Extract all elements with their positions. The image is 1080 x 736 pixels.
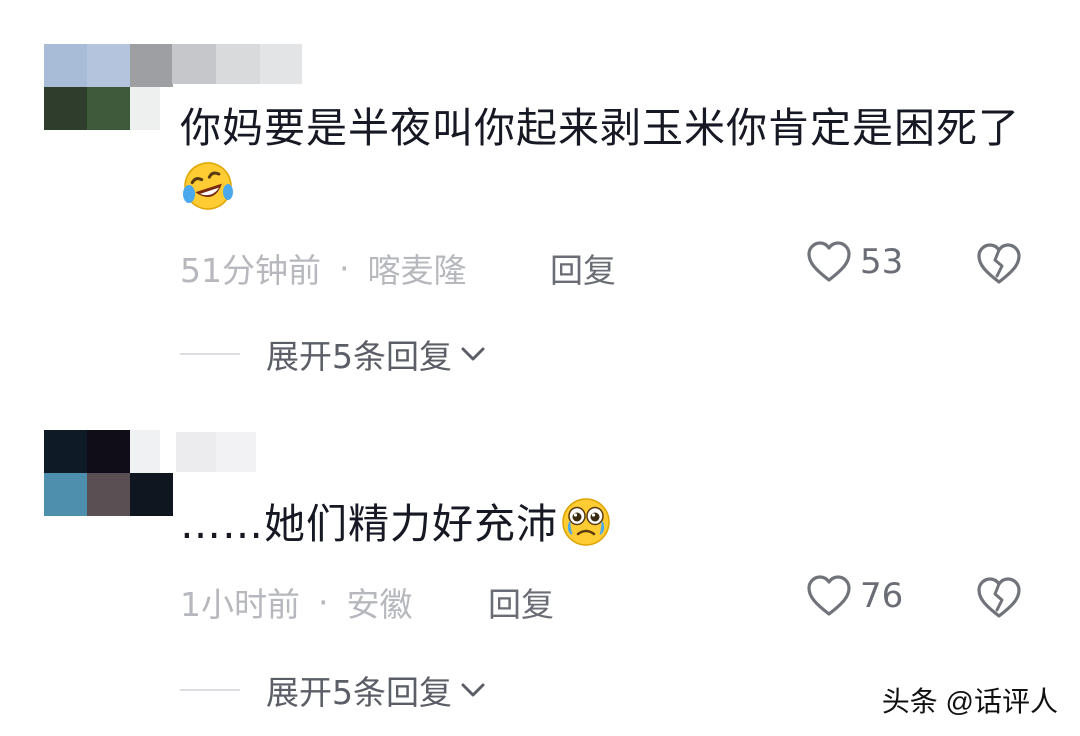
comment-time: 1小时前 [180, 585, 300, 624]
username-pixel [260, 44, 302, 84]
comment-time: 51分钟前 [180, 251, 321, 290]
chevron-down-icon [461, 347, 485, 361]
comment-item: 你妈要是半夜叫你起来剥玉米你肯定是困死了 51分钟前 · 喀麦隆 回复 53 展… [0, 0, 1080, 400]
comment-meta: 51分钟前 · 喀麦隆 [180, 244, 467, 292]
reply-button[interactable]: 回复 [550, 244, 616, 292]
username-pixel [216, 44, 260, 84]
username-pixel [176, 432, 216, 472]
comment-location: 安徽 [346, 585, 413, 624]
comment-meta: 1小时前 · 安徽 [180, 578, 413, 626]
meta-separator: · [318, 582, 329, 622]
avatar-pixel [44, 87, 87, 130]
like-count: 53 [860, 242, 904, 282]
dislike-button[interactable] [976, 242, 1022, 290]
reply-button[interactable]: 回复 [488, 578, 554, 626]
like-button[interactable]: 53 [806, 240, 903, 284]
avatar-pixel [130, 430, 160, 473]
comment-text-content: ……她们精力好充沛 [180, 500, 558, 548]
comment-location: 喀麦隆 [367, 251, 467, 290]
avatar[interactable] [44, 430, 173, 516]
broken-heart-icon [977, 243, 1021, 284]
teary-eyed-face-icon [562, 498, 610, 546]
expand-replies-label: 展开5条回复 [266, 337, 452, 376]
username-pixel [216, 432, 256, 472]
heart-outline-icon [807, 241, 851, 282]
broken-heart-icon [977, 577, 1021, 618]
expand-divider [180, 689, 240, 691]
laughing-crying-face-icon [183, 162, 233, 210]
avatar-pixel [87, 430, 130, 473]
expand-replies-button[interactable]: 展开5条回复 [180, 666, 486, 714]
expand-replies-button[interactable]: 展开5条回复 [180, 330, 486, 378]
dislike-button[interactable] [976, 576, 1022, 624]
avatar-pixel [130, 473, 173, 516]
comment-text: 你妈要是半夜叫你起来剥玉米你肯定是困死了 [180, 98, 1020, 218]
watermark: 头条 @话评人 [881, 686, 1058, 717]
heart-outline-icon [807, 575, 851, 616]
username-pixel [172, 44, 216, 84]
comment-text: ……她们精力好充沛 [180, 494, 1020, 554]
avatar-pixel [87, 87, 130, 130]
chevron-down-icon [461, 683, 485, 697]
like-count: 76 [860, 576, 904, 616]
avatar-pixel [44, 44, 87, 87]
avatar-pixel [44, 430, 87, 473]
expand-replies-label: 展开5条回复 [266, 673, 452, 712]
avatar-pixel [87, 44, 130, 87]
comment-text-content: 你妈要是半夜叫你起来剥玉米你肯定是困死了 [180, 104, 1020, 152]
avatar-pixel [87, 473, 130, 516]
like-button[interactable]: 76 [806, 574, 903, 618]
avatar-pixel [130, 44, 173, 87]
expand-divider [180, 353, 240, 355]
avatar[interactable] [44, 44, 173, 130]
avatar-pixel [130, 87, 160, 130]
meta-separator: · [339, 248, 350, 288]
avatar-pixel [44, 473, 87, 516]
